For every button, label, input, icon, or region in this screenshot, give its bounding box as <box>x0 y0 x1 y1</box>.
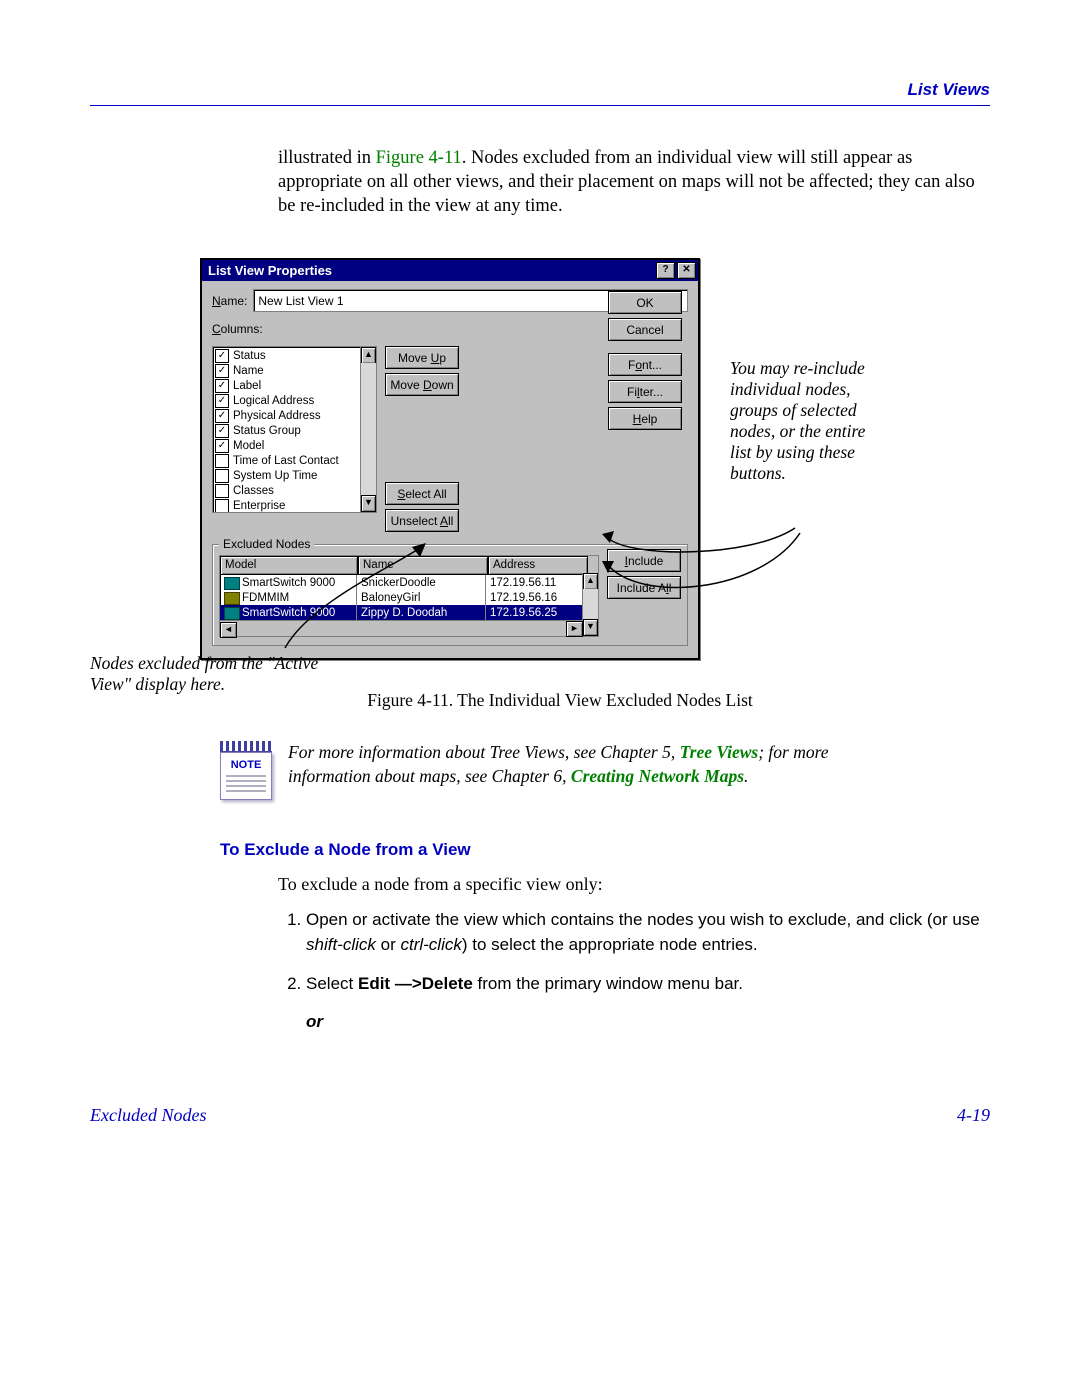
checkbox-icon[interactable] <box>215 349 229 363</box>
column-label: Enterprise <box>233 500 285 512</box>
column-label: Status <box>233 350 266 362</box>
column-item[interactable]: Status <box>215 348 374 363</box>
checkbox-icon[interactable] <box>215 364 229 378</box>
dialog-titlebar[interactable]: List View Properties ? ✕ <box>202 260 698 281</box>
checkbox-icon[interactable] <box>215 469 229 483</box>
page-header: List Views <box>90 80 990 100</box>
checkbox-icon[interactable] <box>215 394 229 408</box>
column-item[interactable]: Time of Last Contact <box>215 453 374 468</box>
column-label: Status Group <box>233 425 301 437</box>
column-item[interactable]: Enterprise <box>215 498 374 513</box>
footer-left: Excluded Nodes <box>90 1105 206 1126</box>
scroll-right-icon[interactable]: ► <box>566 621 583 637</box>
column-item[interactable]: Model <box>215 438 374 453</box>
unselect-all-button[interactable]: Unselect All <box>385 509 459 532</box>
note-text: For more information about Tree Views, s… <box>288 741 908 788</box>
section-heading: To Exclude a Node from a View <box>220 840 990 860</box>
arrow-left <box>280 543 480 673</box>
close-icon[interactable]: ✕ <box>677 262 696 279</box>
checkbox-icon[interactable] <box>215 484 229 498</box>
scroll-up-icon[interactable]: ▲ <box>361 347 376 364</box>
font-button[interactable]: Font... <box>608 353 682 376</box>
move-down-button[interactable]: Move Down <box>385 373 459 396</box>
arrow-right-2 <box>600 413 820 593</box>
column-item[interactable]: Classes <box>215 483 374 498</box>
tree-views-link[interactable]: Tree Views <box>680 742 759 762</box>
node-icon <box>224 592 240 605</box>
checkbox-icon[interactable] <box>215 454 229 468</box>
step-2: Select Edit —>Delete from the primary wi… <box>306 972 990 1035</box>
header-rule <box>90 105 990 106</box>
grid-scroll-v[interactable]: ▲ ▼ <box>582 573 598 636</box>
checkbox-icon[interactable] <box>215 499 229 513</box>
column-item[interactable]: Physical Address <box>215 408 374 423</box>
name-label: Name: <box>212 294 247 308</box>
checkbox-icon[interactable] <box>215 379 229 393</box>
column-label: Label <box>233 380 261 392</box>
column-label: Time of Last Contact <box>233 455 339 467</box>
dialog-title: List View Properties <box>208 263 654 278</box>
note-box: NOTE For more information about Tree Vie… <box>220 741 990 800</box>
column-label: Logical Address <box>233 395 314 407</box>
select-all-button[interactable]: Select All <box>385 482 459 505</box>
step-or: or <box>306 1012 323 1031</box>
checkbox-icon[interactable] <box>215 424 229 438</box>
ok-button[interactable]: OK <box>608 291 682 314</box>
column-label: Classes <box>233 485 274 497</box>
scroll-down-icon[interactable]: ▼ <box>583 619 598 636</box>
scroll-left-icon[interactable]: ◄ <box>220 622 237 638</box>
intro-pre: illustrated in <box>278 148 376 168</box>
cancel-button[interactable]: Cancel <box>608 318 682 341</box>
note-label: NOTE <box>226 759 266 771</box>
column-item[interactable]: Status Group <box>215 423 374 438</box>
scroll-down-icon[interactable]: ▼ <box>361 495 376 512</box>
note-icon: NOTE <box>220 741 272 800</box>
col-address[interactable]: Address <box>488 556 588 575</box>
columns-listbox[interactable]: Status Name Label Logical Address Physical A… <box>212 346 377 513</box>
step-1: Open or activate the view which contains… <box>306 908 990 957</box>
footer-right: 4-19 <box>957 1105 990 1126</box>
column-label: Model <box>233 440 264 452</box>
procedure-intro: To exclude a node from a specific view o… <box>278 872 990 896</box>
figure-area: List View Properties ? ✕ Name: Columns: … <box>200 258 990 660</box>
column-item[interactable]: Label <box>215 378 374 393</box>
help-icon[interactable]: ? <box>656 262 675 279</box>
column-item[interactable]: Name <box>215 363 374 378</box>
scroll-up-icon[interactable]: ▲ <box>583 573 598 590</box>
node-icon <box>224 607 240 620</box>
column-label: Name <box>233 365 264 377</box>
move-up-button[interactable]: Move Up <box>385 346 459 369</box>
node-icon <box>224 577 240 590</box>
checkbox-icon[interactable] <box>215 439 229 453</box>
creating-maps-link[interactable]: Creating Network Maps <box>571 766 744 786</box>
column-label: Physical Address <box>233 410 321 422</box>
column-item[interactable]: System Up Time <box>215 468 374 483</box>
figure-ref-link[interactable]: Figure 4-11 <box>376 148 462 168</box>
scrollbar-vertical[interactable]: ▲ ▼ <box>360 347 376 512</box>
intro-paragraph: illustrated in Figure 4-11. Nodes exclud… <box>278 146 990 218</box>
column-item[interactable]: Logical Address <box>215 393 374 408</box>
checkbox-icon[interactable] <box>215 409 229 423</box>
column-label: System Up Time <box>233 470 317 482</box>
